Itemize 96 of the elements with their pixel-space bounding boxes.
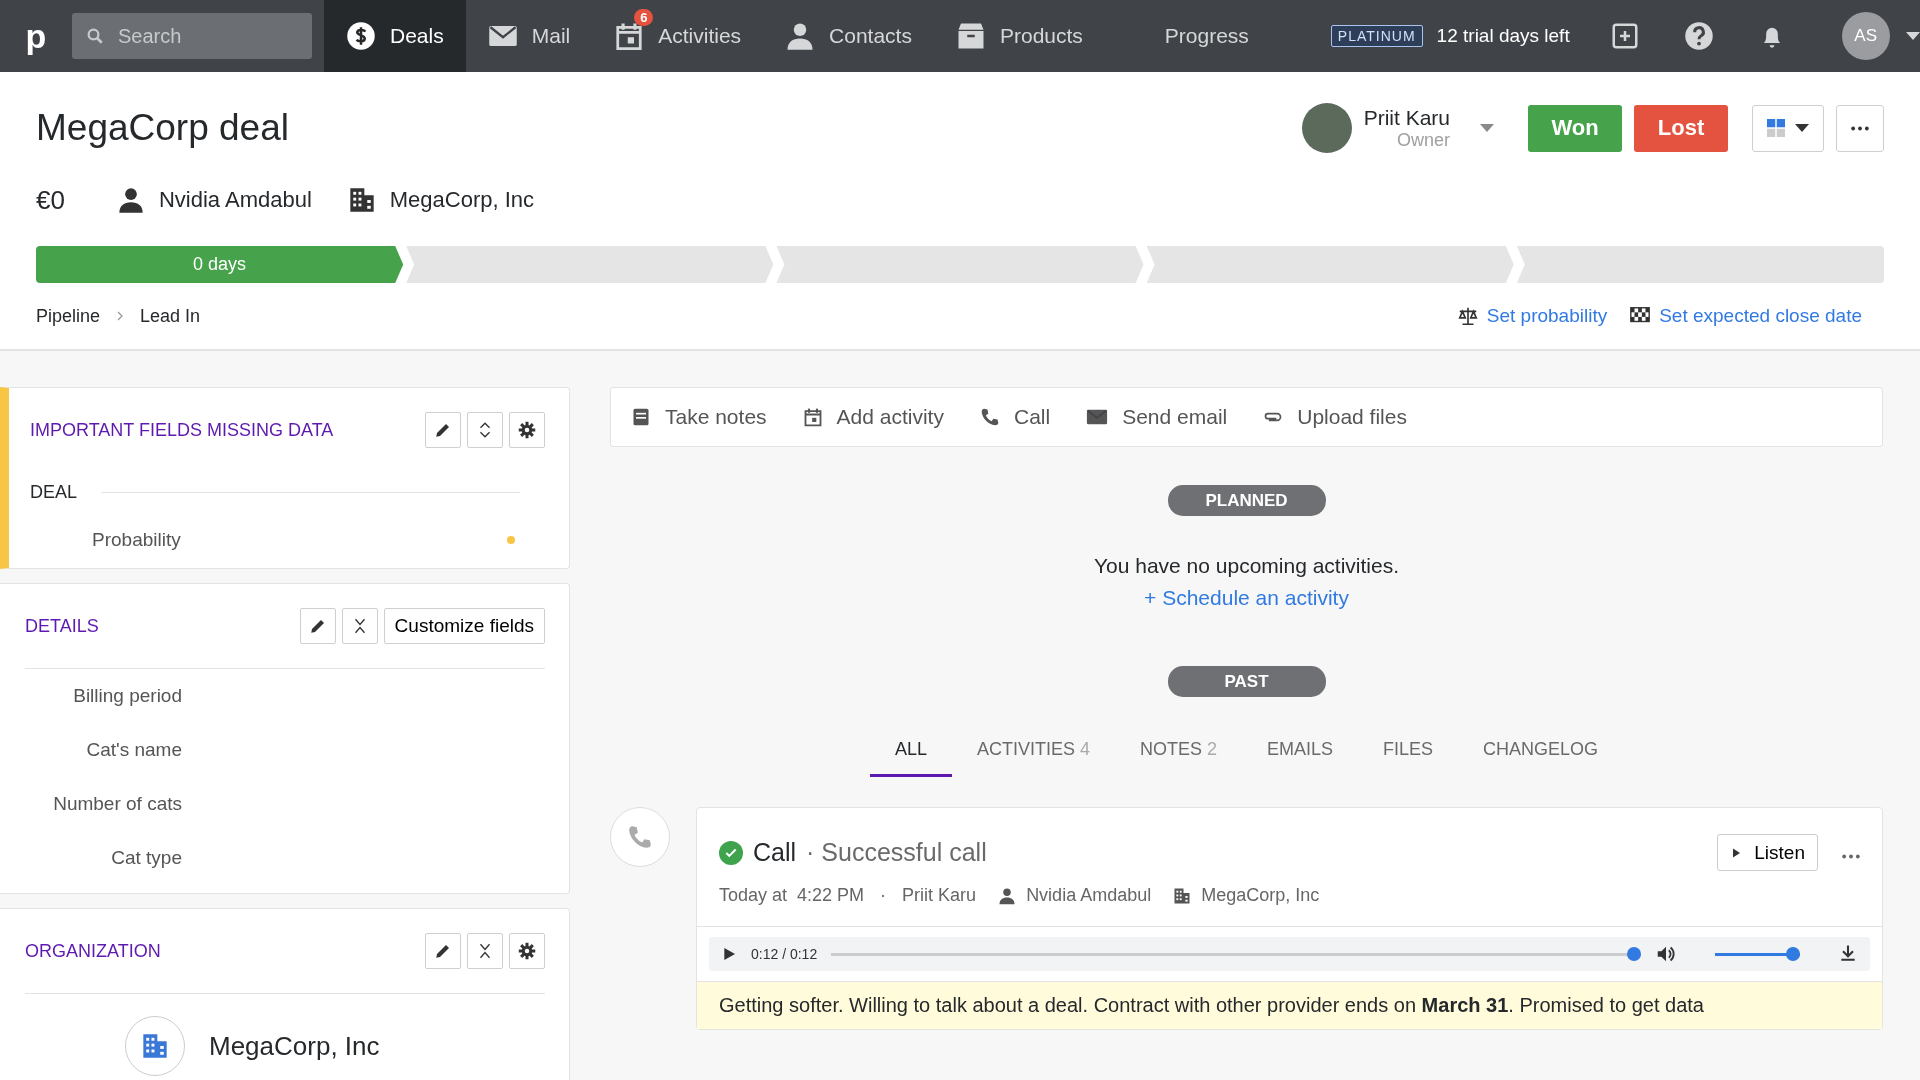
section-pill: PAST (1167, 666, 1326, 697)
field-label: Cat type (110, 847, 182, 869)
nav-tab[interactable]: Progress (1104, 0, 1271, 72)
plan-badge: PLATINUM (1330, 25, 1423, 47)
notification-badge: 6 (634, 9, 654, 26)
building-icon (347, 186, 376, 214)
filter-tab[interactable]: ACTIVITIES 4 (951, 739, 1115, 777)
owner-role: Owner (1397, 129, 1450, 151)
person-icon (998, 886, 1017, 905)
settings-icon (518, 942, 536, 960)
pencil-icon (434, 421, 452, 439)
pencil-icon (434, 942, 452, 960)
view-menu-button[interactable] (1752, 104, 1824, 152)
deal-value[interactable]: €0 (36, 184, 65, 216)
edit-button[interactable] (299, 608, 336, 644)
organization-name[interactable]: MegaCorp, Inc (209, 1030, 380, 1062)
composer-tab[interactable]: Upload files (1263, 405, 1407, 429)
edit-button[interactable] (425, 933, 461, 969)
collapse-button[interactable] (467, 933, 503, 969)
composer-tab[interactable]: Send email (1086, 405, 1228, 429)
collapse-button[interactable] (341, 608, 378, 644)
activity-type: Call (753, 838, 797, 867)
person-icon (116, 186, 145, 214)
section-heading: DEAL (30, 481, 78, 503)
field-label: Billing period (72, 685, 182, 707)
phone-icon (979, 407, 1000, 427)
search-field[interactable]: Search (72, 13, 312, 59)
building-icon (141, 1032, 169, 1060)
settings-button[interactable] (509, 933, 545, 969)
field-label: Cat's name (85, 739, 182, 761)
organization-link[interactable]: MegaCorp, Inc (1201, 885, 1320, 906)
breadcrumb-stage[interactable]: Lead In (140, 305, 201, 327)
nav-tab[interactable]: Contacts (763, 0, 934, 72)
header-link[interactable]: Set probability (1486, 305, 1608, 327)
calendar-icon (614, 21, 645, 51)
person-link[interactable]: Nvidia Amdabul (1026, 885, 1152, 906)
empty-message: You have no upcoming activities. (1093, 554, 1400, 578)
owner-avatar (1301, 103, 1352, 153)
calendar-icon (802, 407, 823, 427)
more-icon[interactable] (1842, 854, 1860, 859)
customize-fields-button[interactable]: Customize fields (383, 608, 545, 644)
volume-thumb[interactable] (1786, 947, 1800, 961)
card-title: ORGANIZATION (25, 940, 162, 962)
person-link[interactable]: Nvidia Amdabul (158, 187, 312, 213)
section-pill: PLANNED (1167, 485, 1326, 516)
activity-time: 4:22 PM (797, 885, 865, 906)
activity-date: Today at (719, 885, 788, 906)
nav-tab[interactable]: Deals (324, 0, 466, 72)
logo[interactable]: p (0, 16, 72, 56)
search-icon (86, 27, 104, 45)
scale-icon (1456, 305, 1479, 327)
field-label: Probability (92, 529, 182, 551)
nav-tab[interactable]: Mail (465, 0, 593, 72)
card-title: IMPORTANT FIELDS MISSING DATA (30, 419, 335, 441)
pencil-icon (308, 617, 327, 635)
note-icon (631, 407, 651, 427)
composer-tab[interactable]: Call (979, 405, 1051, 429)
edit-button[interactable] (425, 412, 461, 448)
grid-icon (1767, 119, 1785, 137)
card-title: DETAILS (25, 615, 100, 637)
filter-tab[interactable]: ALL (869, 739, 952, 777)
nav-tab[interactable]: Activities 6 (592, 0, 764, 72)
listen-button[interactable]: Listen (1717, 834, 1818, 871)
help-icon (1683, 21, 1714, 51)
more-icon (1851, 125, 1869, 131)
schedule-activity-link[interactable]: + Schedule an activity (1144, 586, 1349, 610)
expand-button[interactable] (467, 412, 503, 448)
separator: · (880, 885, 887, 906)
breadcrumb-link[interactable]: Pipeline (36, 305, 101, 327)
filter-tab[interactable]: FILES (1358, 739, 1459, 777)
play-icon (721, 946, 737, 962)
owner-name[interactable]: Priit Karu (1363, 105, 1450, 130)
call-note: Getting softer. Willing to talk about a deal. Contract with other provider ends on March 31. Promised to get data (697, 981, 1882, 1029)
activity-subject: · Successful call (806, 838, 988, 867)
lost-button[interactable]: Lost (1634, 104, 1728, 152)
settings-button[interactable] (509, 412, 545, 448)
settings-icon (518, 421, 536, 439)
building-icon (1173, 886, 1192, 905)
filter-tab[interactable]: CHANGELOG (1458, 739, 1624, 777)
phone-icon (627, 824, 653, 850)
deal-title: MegaCorp deal (36, 107, 290, 149)
activity-owner: Priit Karu (902, 885, 977, 906)
composer-tab[interactable]: Take notes (631, 405, 767, 429)
trial-days-link[interactable]: 12 trial days left (1436, 25, 1570, 47)
filter-tab[interactable]: EMAILS (1242, 739, 1359, 777)
header-link[interactable]: Set expected close date (1659, 305, 1862, 327)
field-label: Number of cats (52, 793, 182, 815)
composer-tab[interactable]: Add activity (802, 405, 944, 429)
caret-icon[interactable] (1480, 124, 1494, 132)
done-check-icon[interactable] (719, 840, 743, 865)
progress-thumb[interactable] (1627, 947, 1641, 961)
nav-tab[interactable]: Products (933, 0, 1105, 72)
organization-link[interactable]: MegaCorp, Inc (389, 187, 535, 213)
dollar-icon (346, 21, 376, 51)
playback-time: 0:12 / 0:12 (751, 946, 818, 962)
filter-tab[interactable]: NOTES 2 (1114, 739, 1242, 777)
